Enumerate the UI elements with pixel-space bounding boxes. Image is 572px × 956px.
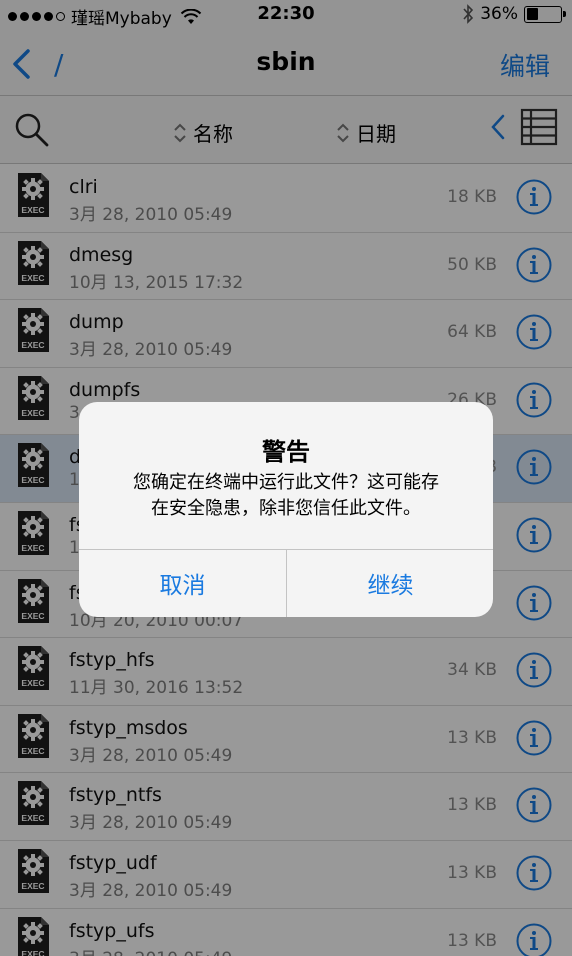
warning-dialog: 警告 您确定在终端中运行此文件？这可能存 在安全隐患，除非您信任此文件。 取消 …: [79, 402, 493, 617]
dialog-message-line-2: 在安全隐患，除非您信任此文件。: [151, 498, 421, 519]
dialog-title: 警告: [262, 438, 310, 466]
screen: 瑾瑶Mybaby 22:30 36% / sbin 编辑 名称 日期 EXEC …: [0, 0, 572, 956]
continue-button[interactable]: 继续: [287, 549, 493, 617]
dialog-message: 您确定在终端中运行此文件？这可能存 在安全隐患，除非您信任此文件。: [109, 470, 463, 522]
cancel-button[interactable]: 取消: [79, 549, 286, 617]
dialog-message-line-1: 您确定在终端中运行此文件？这可能存: [133, 472, 439, 493]
